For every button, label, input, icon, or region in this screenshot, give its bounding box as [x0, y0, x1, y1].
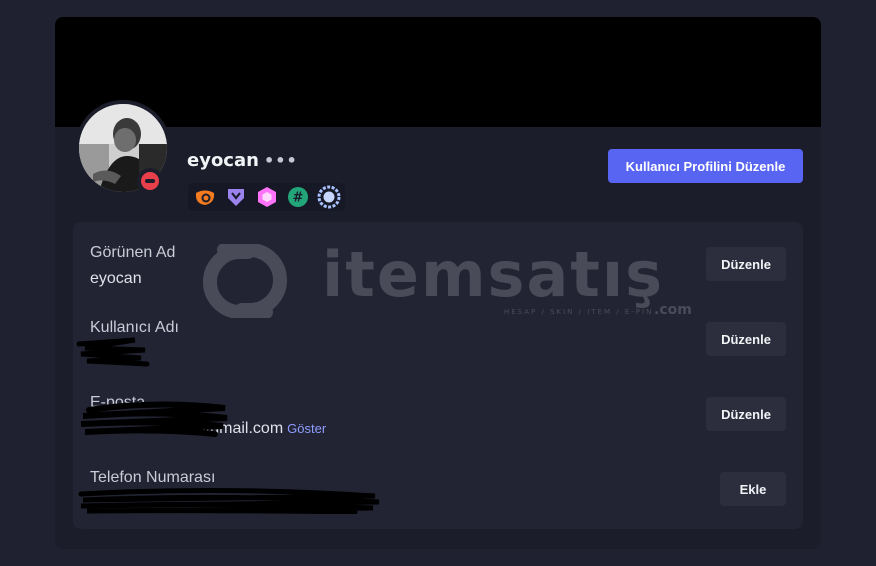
email-label: E-posta: [90, 394, 146, 411]
edit-email-button[interactable]: Düzenle: [706, 397, 786, 431]
avatar-container[interactable]: [75, 100, 171, 196]
display-name-label: Görünen Ad: [90, 244, 176, 261]
edit-display-name-button[interactable]: Düzenle: [706, 247, 786, 281]
edit-user-profile-button[interactable]: Kullanıcı Profilini Düzenle: [608, 149, 803, 183]
hypesquad-bravery-icon[interactable]: [223, 185, 248, 210]
more-options-icon[interactable]: •••: [264, 153, 298, 169]
add-phone-button[interactable]: Ekle: [720, 472, 786, 506]
hypesquad-brilliance-icon[interactable]: [192, 185, 217, 210]
display-name-field: Görünen Ad eyocan: [90, 242, 175, 290]
account-info-panel: Görünen Ad eyocan Düzenle Kullanıcı Adı …: [73, 222, 803, 529]
username-field: Kullanıcı Adı: [90, 317, 179, 365]
username-value: [90, 343, 179, 365]
phone-field: Telefon Numarası: [90, 467, 215, 515]
email-field: E-posta @gmail.com Göster: [90, 392, 326, 440]
email-value-row: @gmail.com Göster: [90, 418, 326, 440]
hashtag-icon[interactable]: #: [285, 185, 310, 210]
email-value: @gmail.com: [194, 420, 284, 437]
do-not-disturb-icon: [141, 172, 159, 190]
show-email-link[interactable]: Göster: [287, 421, 326, 436]
display-name-value: eyocan: [90, 270, 142, 287]
username: eyocan: [187, 150, 259, 171]
profile-banner: [55, 17, 821, 127]
badge-list: #: [188, 183, 345, 211]
edit-username-button[interactable]: Düzenle: [706, 322, 786, 356]
account-card: eyocan ••• # Kullanıcı Profilini Düzenle…: [55, 17, 821, 549]
phone-value: [90, 493, 215, 515]
phone-label: Telefon Numarası: [90, 469, 216, 486]
username-label: Kullanıcı Adı: [90, 319, 179, 336]
nitro-boost-icon[interactable]: [254, 185, 279, 210]
quest-laurel-icon[interactable]: [316, 185, 341, 210]
status-indicator: [137, 168, 163, 194]
svg-text:#: #: [292, 191, 303, 206]
